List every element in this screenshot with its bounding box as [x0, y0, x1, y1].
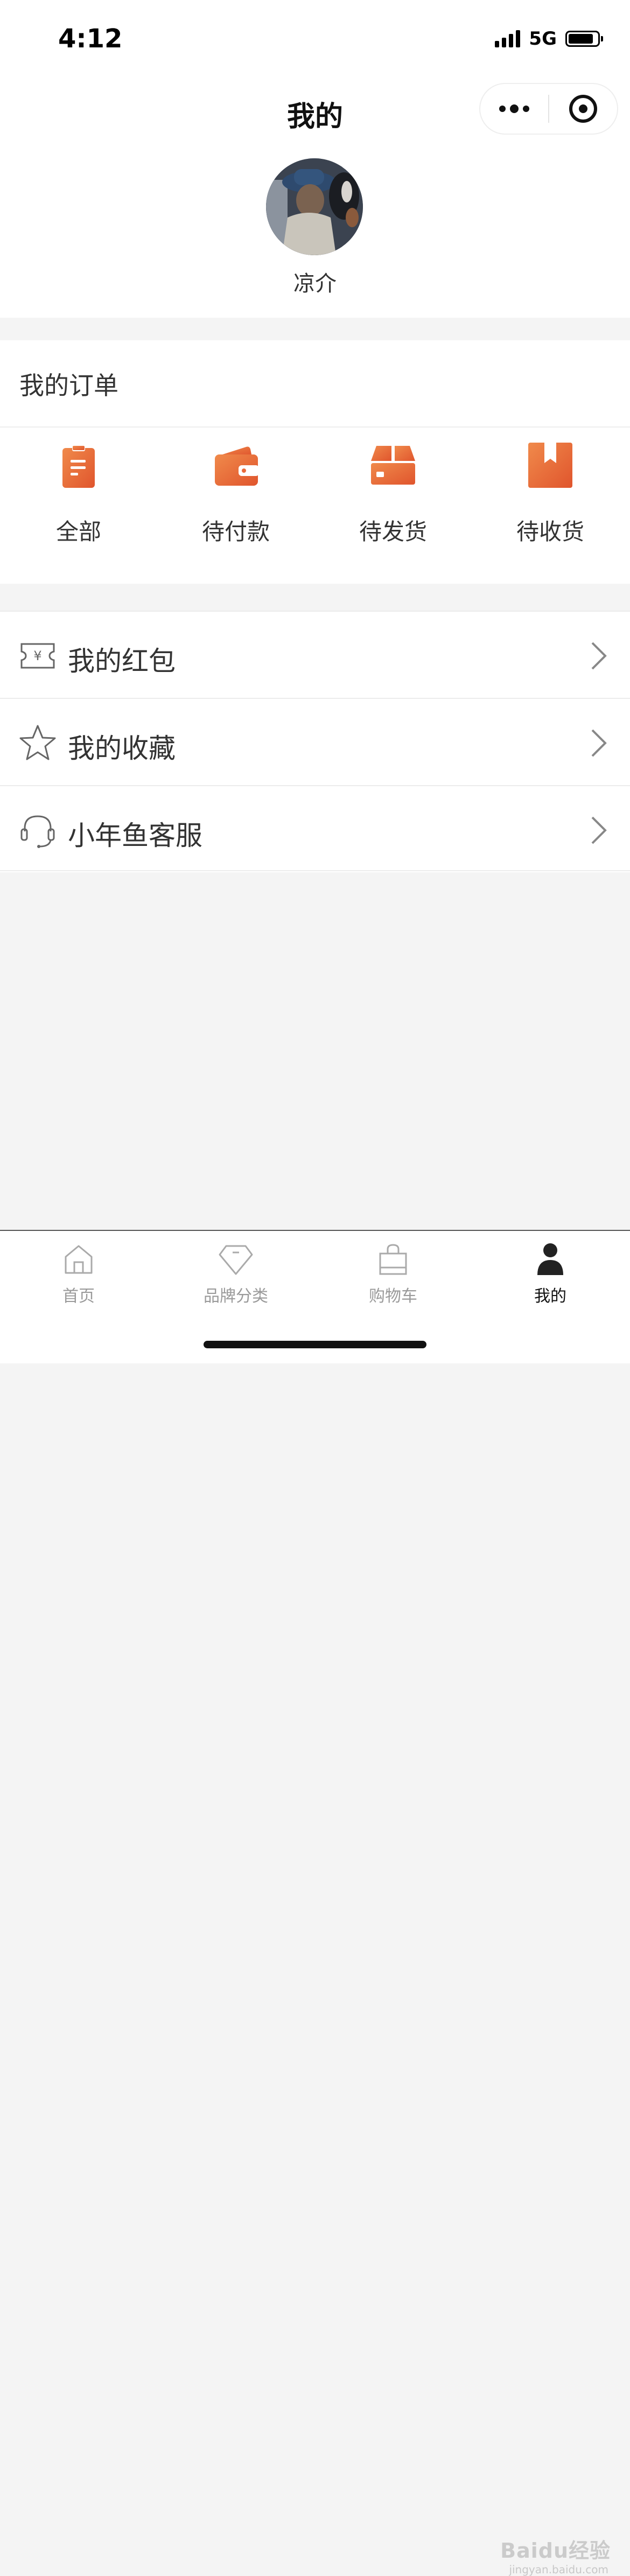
- nav-bar: 我的: [0, 75, 630, 145]
- tab-cart[interactable]: 购物车: [314, 1241, 472, 1321]
- target-icon: [569, 95, 597, 123]
- menu-list: ¥ 我的红包 我的收藏 小年鱼客服: [0, 611, 630, 872]
- tab-brand-category[interactable]: 品牌分类: [157, 1241, 314, 1321]
- orders-title[interactable]: 我的订单: [19, 366, 118, 402]
- order-pending-receipt[interactable]: 待收货: [472, 442, 629, 560]
- tab-home[interactable]: 首页: [0, 1241, 157, 1321]
- chevron-right-icon: [591, 816, 607, 844]
- watermark-url: jingyan.baidu.com: [509, 2563, 608, 2576]
- status-bar: 4:12 5G: [0, 0, 630, 75]
- chevron-right-icon: [591, 642, 607, 670]
- svg-text:¥: ¥: [33, 648, 41, 663]
- menu-item-label: 小年鱼客服: [68, 820, 202, 851]
- divider: [0, 426, 630, 428]
- clipboard-icon: [62, 445, 95, 488]
- avatar[interactable]: [266, 158, 363, 255]
- order-pending-payment[interactable]: 待付款: [157, 442, 314, 560]
- order-pending-receipt-label: 待收货: [516, 519, 584, 545]
- home-icon: [65, 1245, 93, 1274]
- close-mini-program-button[interactable]: [549, 84, 617, 134]
- more-icon: [499, 104, 529, 113]
- order-all-label: 全部: [55, 519, 101, 545]
- network-type: 5G: [529, 28, 557, 50]
- chevron-right-icon: [591, 729, 607, 757]
- battery-icon: [565, 31, 603, 47]
- star-icon: [19, 725, 56, 760]
- user-icon: [537, 1243, 563, 1275]
- status-time: 4:12: [58, 24, 123, 54]
- tab-label: 我的: [534, 1287, 566, 1306]
- coupon-icon: ¥: [20, 643, 55, 669]
- menu-item-red-packet[interactable]: ¥ 我的红包: [0, 611, 630, 697]
- menu-item-customer-service[interactable]: 小年鱼客服: [0, 785, 630, 871]
- tab-mine[interactable]: 我的: [472, 1241, 629, 1321]
- tab-label: 品牌分类: [204, 1287, 268, 1306]
- bookmark-icon: [528, 443, 572, 488]
- shopping-bag-icon: [379, 1244, 407, 1275]
- diamond-icon: [219, 1245, 253, 1275]
- more-button[interactable]: [480, 84, 548, 134]
- tab-label: 首页: [62, 1287, 95, 1306]
- menu-item-label: 我的收藏: [68, 733, 176, 764]
- order-pending-shipment-label: 待发货: [359, 519, 427, 545]
- profile-section: 凉介: [0, 145, 630, 318]
- package-icon: [371, 446, 415, 485]
- username: 凉介: [293, 271, 337, 296]
- signal-icon: [495, 30, 521, 47]
- watermark-logo: Baidu经验: [500, 2539, 611, 2563]
- menu-item-favorites[interactable]: 我的收藏: [0, 698, 630, 784]
- order-pending-shipment[interactable]: 待发货: [314, 442, 472, 560]
- menu-item-label: 我的红包: [68, 646, 176, 677]
- orders-card: 我的订单 全部 待付款 待发货 待收货: [0, 340, 630, 584]
- status-indicators: 5G: [495, 28, 603, 50]
- tab-label: 购物车: [369, 1287, 417, 1306]
- mini-program-capsule: [479, 83, 618, 135]
- wallet-icon: [215, 446, 259, 486]
- headset-icon: [20, 815, 55, 848]
- order-all[interactable]: 全部: [0, 442, 157, 560]
- order-pending-payment-label: 待付款: [201, 519, 270, 545]
- home-indicator: [204, 1341, 426, 1348]
